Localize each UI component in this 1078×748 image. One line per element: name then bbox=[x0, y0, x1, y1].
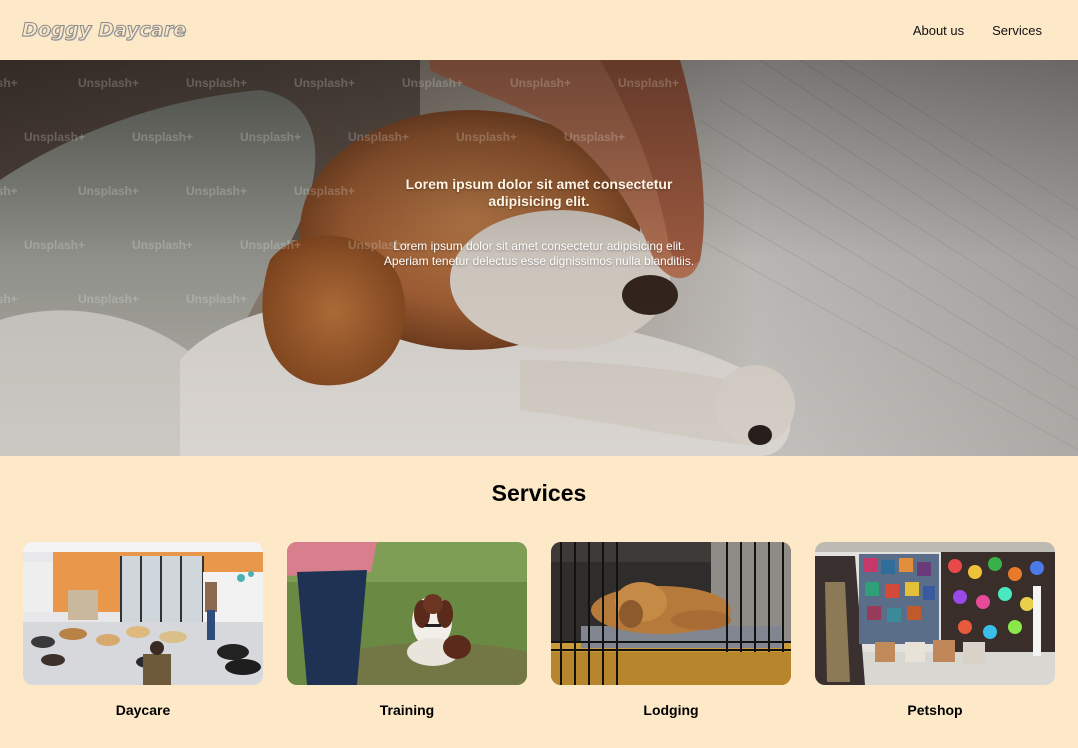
service-card-petshop[interactable]: Petshop bbox=[815, 542, 1055, 718]
site-logo[interactable]: Doggy Daycare bbox=[21, 19, 186, 42]
hero-title: Lorem ipsum dolor sit amet consectetur a… bbox=[405, 176, 673, 209]
lodging-image bbox=[551, 542, 791, 685]
hero-banner: ash+ Unsplash+ Unsplash+ Unsplash+ Unspl… bbox=[0, 60, 1078, 456]
hero-subtitle-line-1: Lorem ipsum dolor sit amet consectetur a… bbox=[393, 239, 685, 253]
nav-about-us[interactable]: About us bbox=[913, 23, 964, 38]
main-nav: About us Services bbox=[913, 23, 1042, 38]
hero-text: Lorem ipsum dolor sit amet consectetur a… bbox=[0, 60, 1078, 456]
daycare-image bbox=[23, 542, 263, 685]
service-label-petshop: Petshop bbox=[907, 702, 963, 718]
nav-services[interactable]: Services bbox=[992, 23, 1042, 38]
service-label-lodging: Lodging bbox=[643, 702, 699, 718]
petshop-image bbox=[815, 542, 1055, 685]
service-card-daycare[interactable]: Daycare bbox=[23, 542, 263, 718]
service-label-daycare: Daycare bbox=[115, 702, 171, 718]
training-image bbox=[287, 542, 527, 685]
hero-subtitle-line-2: Aperiam tenetur delectus esse dignissimo… bbox=[383, 254, 695, 268]
service-card-training[interactable]: Training bbox=[287, 542, 527, 718]
hero-subtitle: Lorem ipsum dolor sit amet consectetur a… bbox=[370, 239, 708, 269]
service-label-training: Training bbox=[379, 702, 435, 718]
service-card-lodging[interactable]: Lodging bbox=[551, 542, 791, 718]
services-heading: Services bbox=[491, 480, 587, 506]
site-header: Doggy Daycare About us Services bbox=[0, 0, 1078, 60]
